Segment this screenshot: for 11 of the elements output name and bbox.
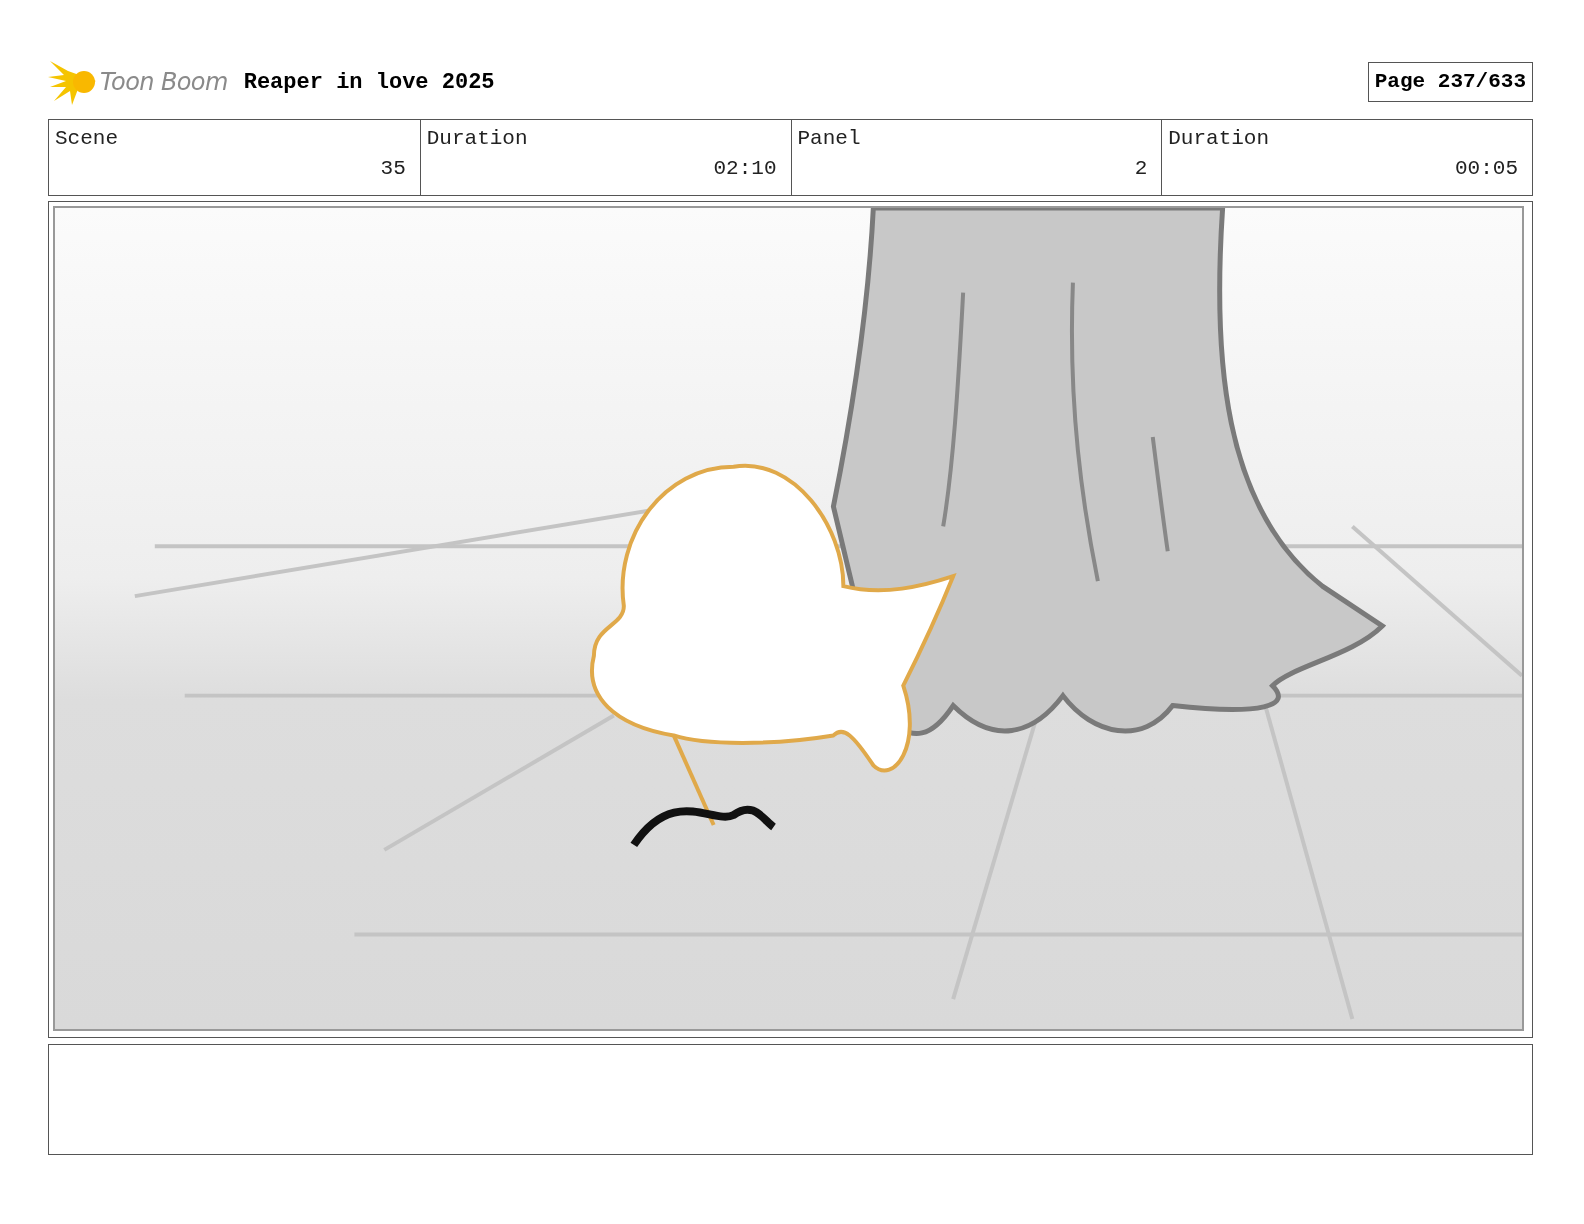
field-label: Scene [55, 126, 118, 152]
field-value: 00:05 [1455, 156, 1518, 182]
field-label: Duration [426, 126, 528, 152]
field-label: Duration [1168, 126, 1270, 152]
field-label: Panel [797, 126, 861, 152]
page-number: Page 237/633 [1367, 62, 1533, 102]
field-value: 2 [1134, 156, 1148, 182]
logo-text: Toon Boom [100, 67, 228, 98]
project-title: Reaper in love 2025 [243, 68, 495, 97]
field-value: 35 [380, 156, 406, 182]
field-value: 02:10 [713, 156, 777, 182]
